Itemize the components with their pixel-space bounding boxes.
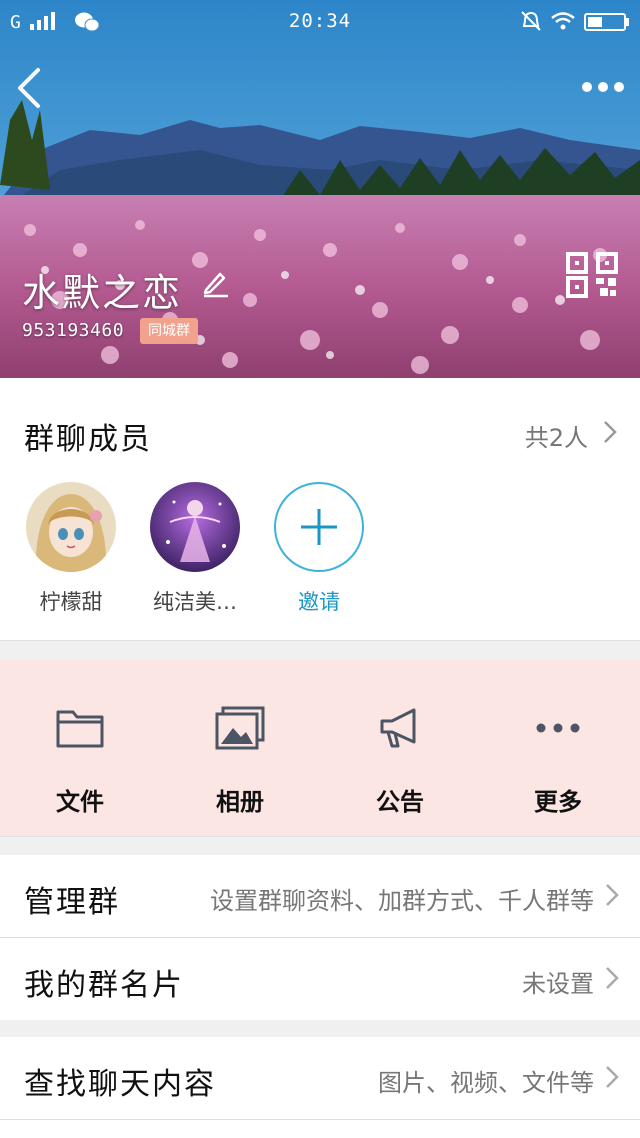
back-button[interactable] — [14, 66, 44, 110]
divider — [0, 640, 640, 641]
battery-icon — [584, 13, 629, 31]
row-label: 查找聊天内容 — [24, 1067, 216, 1102]
invite-label: 邀请 — [298, 590, 340, 614]
member-count[interactable]: 共2人 — [525, 418, 588, 453]
album-action[interactable]: 相册 — [180, 704, 300, 817]
row-label: 管理群 — [24, 885, 120, 920]
announcement-action[interactable]: 公告 — [340, 704, 460, 817]
qr-code-icon[interactable] — [566, 252, 618, 298]
status-bar: G 20:34 — [0, 0, 640, 44]
members-title: 群聊成员 — [24, 422, 152, 457]
status-time: 20:34 — [288, 10, 352, 32]
mute-bell-icon — [521, 11, 541, 31]
invite-circle — [274, 482, 364, 572]
row-label: 我的群名片 — [24, 968, 184, 1003]
search-chat-row[interactable]: 查找聊天内容 图片、视频、文件等 — [0, 1037, 640, 1119]
group-profile-page: G 20:34 水默之恋 953193460 同城群 群聊成员 共2人 柠檬甜 … — [0, 0, 640, 1138]
row-value: 设置群聊资料、加群方式、千人群等 — [210, 887, 594, 915]
action-label: 公告 — [376, 787, 424, 816]
plus-icon — [301, 509, 337, 545]
group-cover: G 20:34 水默之恋 953193460 同城群 — [0, 0, 640, 378]
action-label: 相册 — [216, 787, 264, 816]
chevron-right-icon[interactable] — [602, 420, 618, 444]
next-row-partial — [0, 1120, 640, 1138]
wifi-icon — [551, 12, 575, 30]
files-action[interactable]: 文件 — [20, 704, 140, 817]
avatar — [26, 482, 116, 572]
group-id: 953193460 — [22, 320, 125, 341]
ellipsis-icon — [536, 723, 580, 733]
member-item[interactable]: 纯洁美… — [140, 482, 250, 616]
action-label: 更多 — [534, 787, 582, 816]
action-label: 文件 — [56, 787, 104, 816]
member-item[interactable]: 柠檬甜 — [16, 482, 126, 616]
my-group-card-row[interactable]: 我的群名片 未设置 — [0, 938, 640, 1020]
group-name: 水默之恋 — [22, 271, 183, 315]
manage-group-row[interactable]: 管理群 设置群聊资料、加群方式、千人群等 — [0, 855, 640, 937]
chevron-right-icon — [606, 1066, 619, 1088]
more-action[interactable]: 更多 — [498, 704, 618, 817]
row-value: 未设置 — [522, 970, 594, 998]
edit-name-icon[interactable] — [200, 268, 230, 298]
divider — [0, 836, 640, 837]
row-value: 图片、视频、文件等 — [378, 1069, 594, 1097]
chevron-right-icon — [606, 967, 619, 989]
chevron-right-icon — [606, 884, 619, 906]
avatar — [150, 482, 240, 572]
member-name: 柠檬甜 — [39, 590, 103, 614]
megaphone-icon — [380, 708, 416, 748]
member-name: 纯洁美… — [153, 590, 237, 614]
folder-icon — [56, 710, 104, 748]
invite-button[interactable]: 邀请 — [264, 482, 374, 616]
members-section: 群聊成员 共2人 柠檬甜 纯洁美… 邀请 — [0, 378, 640, 640]
album-icon — [215, 706, 265, 750]
more-options-button[interactable] — [578, 74, 628, 100]
group-type-badge: 同城群 — [140, 318, 198, 344]
group-actions: 文件 相册 公告 更多 — [0, 660, 640, 836]
